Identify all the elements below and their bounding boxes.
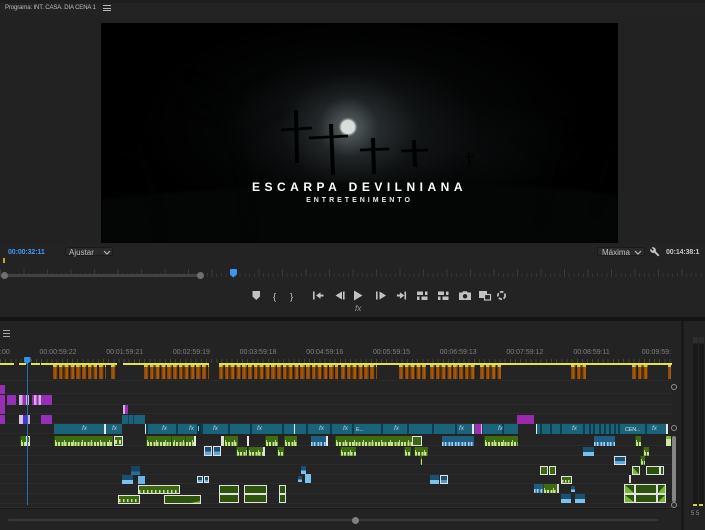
svg-text:{: { bbox=[273, 292, 276, 303]
svg-text:}: } bbox=[290, 292, 293, 303]
